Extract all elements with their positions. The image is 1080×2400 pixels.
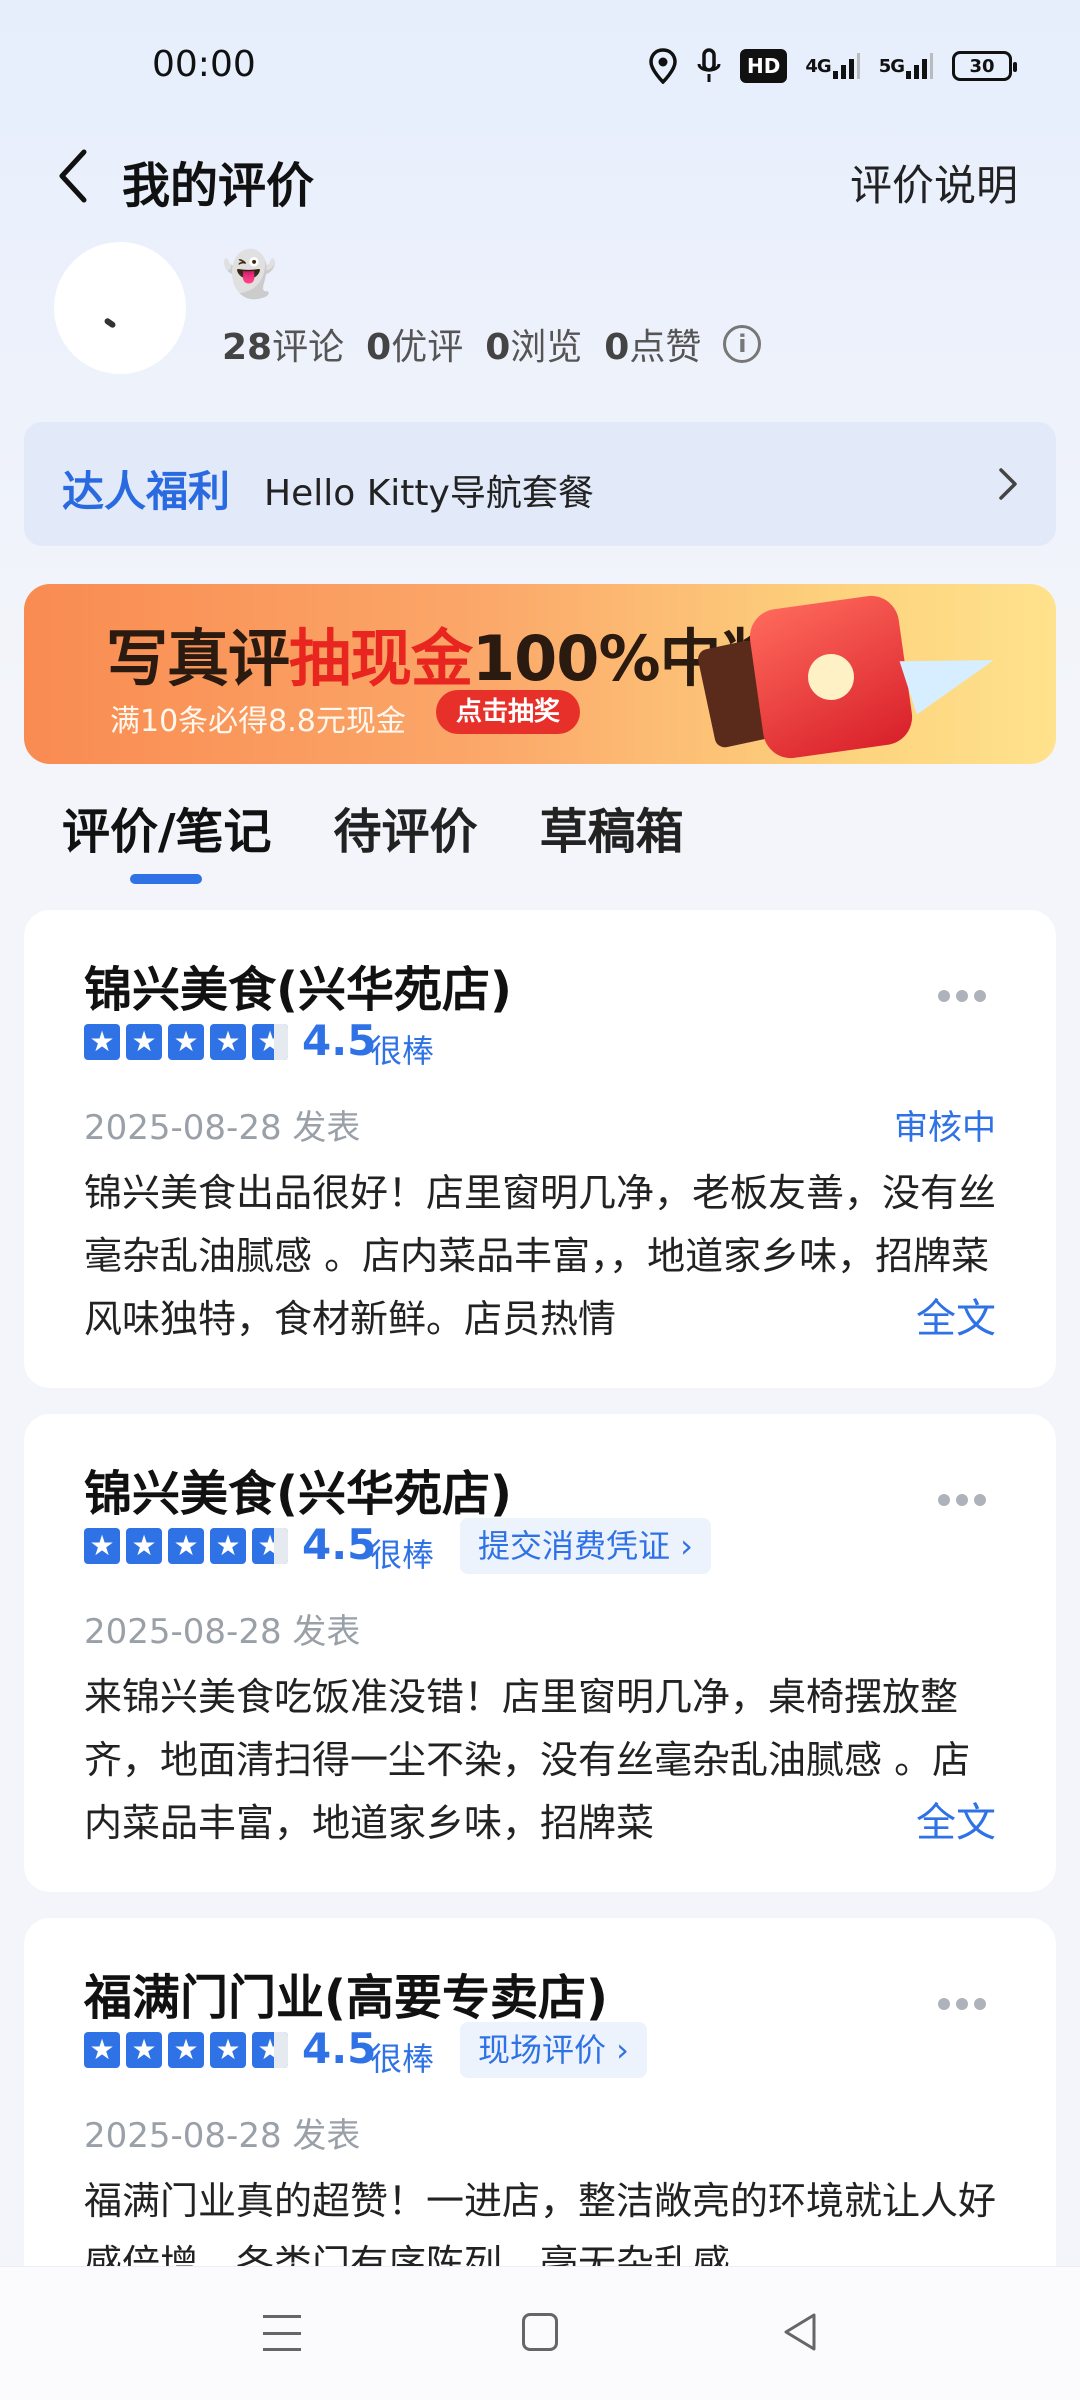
star-icon: ★ [84,2032,120,2068]
review-status: 审核中 [894,1108,996,1148]
home-icon[interactable] [522,2313,558,2351]
review-card[interactable]: 锦兴美食(兴华苑店) ★ ★ ★ ★ ★ 4.5 很棒 2025-08-28 发… [24,910,1056,1388]
info-icon[interactable]: i [723,325,762,363]
likes-label: 点赞 [629,327,702,368]
banner-headline-a: 写真评 [106,622,290,695]
envelope-seal [805,651,857,703]
banner-subtitle: 满10条必得8.8元现金 [110,704,406,739]
likes-count: 0 [604,327,630,368]
header: 我的评价 评价说明 [0,130,1080,230]
welfare-text: Hello Kitty导航套餐 [264,473,594,514]
hd-icon: HD [740,49,788,83]
battery-icon: 30 [952,51,1017,81]
menu-icon[interactable] [263,2315,301,2351]
rating-label: 很棒 [370,2040,435,2078]
rating-label: 很棒 [370,1032,435,1070]
banner-headline: 写真评抽现金100%中奖 [106,608,783,698]
star-icon: ★ [210,1528,246,1564]
star-rating: ★ ★ ★ ★ ★ [84,1528,288,1564]
more-options-icon[interactable] [938,1998,986,2010]
4g-label: 4G [805,55,831,77]
profile-stats: 28评论 0优评 0浏览 0点赞 i [222,318,762,370]
full-text-link[interactable]: 全文 [806,1792,996,1855]
half-star-icon: ★ [252,2032,288,2068]
shop-name[interactable]: 锦兴美食(兴华苑店) [84,1454,512,1524]
more-options-icon[interactable] [938,990,986,1002]
submit-receipt-button[interactable]: 提交消费凭证 › [460,1518,711,1574]
page: 00:00 HD 4G 5G 30 我的评价 评价说明 👻 28评论 0优评 0… [0,0,1080,2400]
star-icon: ★ [168,1528,204,1564]
back-arrow-icon [59,149,87,203]
star-icon: ★ [168,1024,204,1060]
review-card[interactable]: 锦兴美食(兴华苑店) ★ ★ ★ ★ ★ 4.5 很棒 提交消费凭证 › 202… [24,1414,1056,1892]
star-icon: ★ [126,1528,162,1564]
comments-count: 28 [222,327,273,368]
promo-banner[interactable]: 写真评抽现金100%中奖 满10条必得8.8元现金 点击抽奖 [24,584,1056,764]
page-title: 我的评价 [122,158,315,214]
5g-signal-icon: 5G [879,48,934,84]
system-nav-bar [0,2266,1080,2400]
star-rating: ★ ★ ★ ★ ★ [84,1024,288,1060]
expert-welfare-bar[interactable]: 达人福利 Hello Kitty导航套餐 [24,422,1056,546]
back-button[interactable] [50,146,100,206]
good-count: 0 [366,327,392,368]
star-icon: ★ [168,2032,204,2068]
active-tab-indicator [130,874,202,884]
4g-signal-icon: 4G [805,48,860,84]
review-date: 2025-08-28 发表 [84,1612,361,1652]
review-date: 2025-08-28 发表 [84,2116,361,2156]
full-text-link[interactable]: 全文 [806,1288,996,1351]
review-date: 2025-08-28 发表 [84,1108,361,1148]
good-label: 优评 [391,327,464,368]
status-icons: HD 4G 5G 30 [648,48,1017,84]
shop-name[interactable]: 锦兴美食(兴华苑店) [84,950,512,1020]
chevron-right-icon [999,468,1017,500]
half-star-icon: ★ [252,1528,288,1564]
status-bar: 00:00 HD 4G 5G 30 [0,0,1080,130]
star-icon: ★ [126,2032,162,2068]
tab-bar: 评价/笔记 待评价 草稿箱 [62,792,684,862]
shop-name[interactable]: 福满门门业(高要专卖店) [84,1958,608,2028]
welfare-tag: 达人福利 [62,467,231,516]
star-icon: ★ [210,1024,246,1060]
review-help-link[interactable]: 评价说明 [850,152,1018,213]
draw-button[interactable]: 点击抽奖 [436,690,581,734]
tab-drafts[interactable]: 草稿箱 [540,792,684,862]
5g-label: 5G [878,55,905,77]
rating-label: 很棒 [370,1536,435,1574]
banner-headline-b: 抽现金 [289,622,473,695]
microphone-icon [696,48,722,84]
tab-pending[interactable]: 待评价 [334,792,478,862]
stat-comments: 28评论 [222,318,344,370]
back-icon[interactable] [780,2311,820,2353]
avatar-mark [103,317,117,329]
rating-score: 4.5 [302,1520,377,1569]
more-options-icon[interactable] [938,1494,986,1506]
rating-score: 4.5 [302,2024,377,2073]
views-label: 浏览 [510,327,583,368]
comments-label: 评论 [272,327,345,368]
stat-likes: 0点赞 [604,318,701,370]
rating-score: 4.5 [302,1016,377,1065]
location-icon [648,48,678,84]
stat-views: 0浏览 [485,318,582,370]
tab-reviews-notes[interactable]: 评价/笔记 [62,792,272,862]
paper-plane-illustration [899,633,1003,715]
red-envelope-illustration [746,592,916,762]
views-count: 0 [485,327,511,368]
star-icon: ★ [84,1024,120,1060]
star-icon: ★ [84,1528,120,1564]
stat-good: 0优评 [366,318,463,370]
star-icon: ★ [126,1024,162,1060]
star-icon: ★ [210,2032,246,2068]
avatar[interactable] [54,242,186,374]
onsite-review-button[interactable]: 现场评价 › [460,2022,647,2078]
status-time: 00:00 [152,44,256,85]
user-emoji: 👻 [222,249,277,300]
half-star-icon: ★ [252,1024,288,1060]
star-rating: ★ ★ ★ ★ ★ [84,2032,288,2068]
